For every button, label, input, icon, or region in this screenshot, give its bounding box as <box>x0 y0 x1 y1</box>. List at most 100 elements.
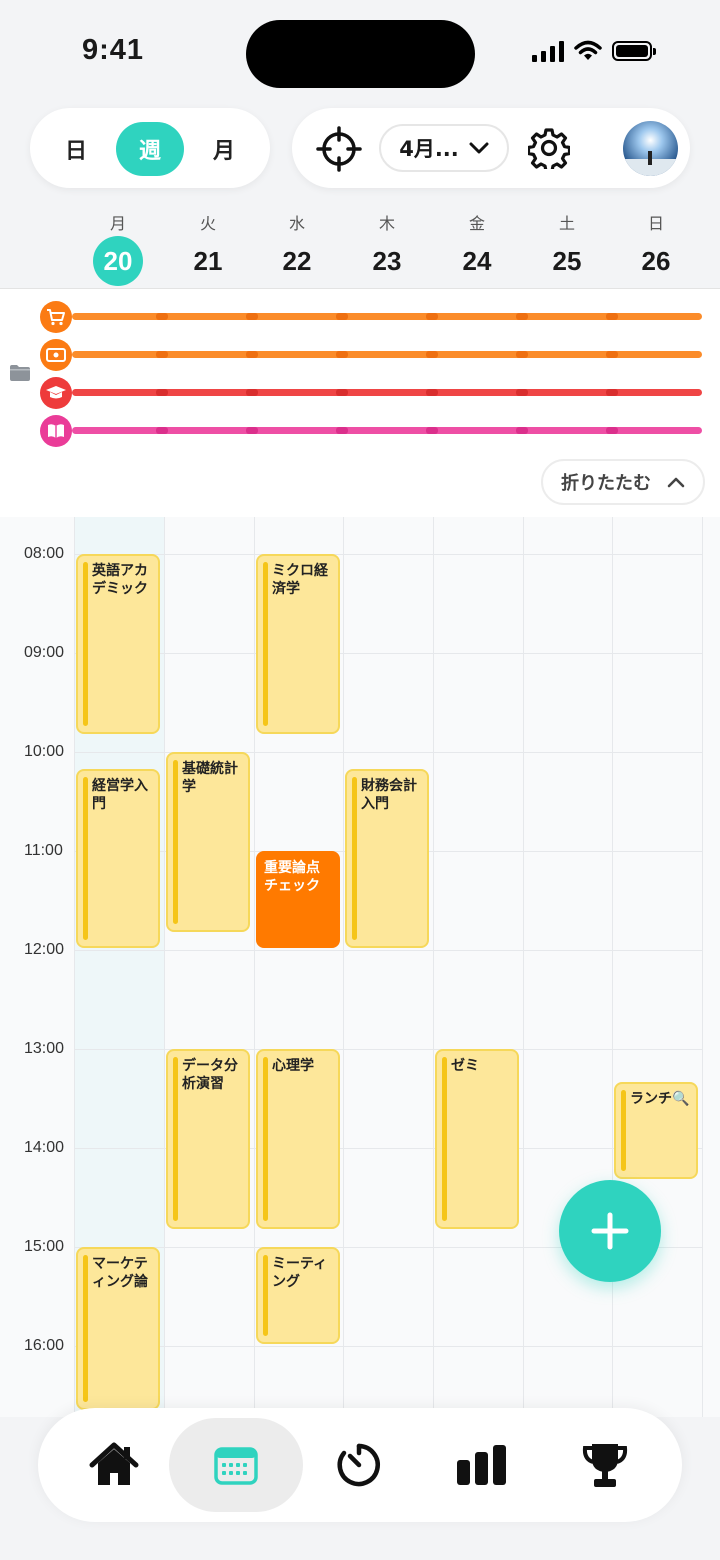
grid-column-line <box>164 517 165 1417</box>
day-header-wed[interactable]: 水 22 <box>252 200 342 286</box>
event-block[interactable]: データ分析演習 <box>166 1049 250 1229</box>
day-of-week: 木 <box>378 214 395 233</box>
hour-label: 13:00 <box>24 1040 65 1057</box>
plus-icon <box>591 1212 629 1250</box>
view-switch: 日 週 月 <box>30 108 270 188</box>
grid-column-line <box>74 517 75 1417</box>
event-title: 経営学入門 <box>92 777 148 812</box>
day-number: 25 <box>552 246 582 276</box>
event-block[interactable]: ミーティング <box>256 1247 340 1344</box>
event-title: ミクロ経済学 <box>272 563 328 597</box>
event-title: 英語アカデミック <box>92 563 148 597</box>
day-number-today: 20 <box>93 236 143 286</box>
day-number: 23 <box>372 246 402 276</box>
hour-label: 08:00 <box>24 545 65 562</box>
grid-column-line <box>612 517 613 1417</box>
grid-column-line <box>343 517 344 1417</box>
signal-icon <box>532 40 564 62</box>
wifi-icon <box>574 40 602 60</box>
status-bar: 9:41 <box>0 0 720 100</box>
day-of-week: 日 <box>647 214 664 233</box>
day-number: 24 <box>462 246 492 276</box>
routine-row-reading[interactable] <box>40 415 702 449</box>
grid-column-line <box>702 517 703 1417</box>
timer-icon <box>337 1443 380 1487</box>
hour-label: 11:00 <box>24 842 63 859</box>
grid-hour-line <box>74 554 702 555</box>
routine-row-study[interactable] <box>40 377 702 411</box>
book-icon <box>40 415 72 447</box>
routines-panel: 折りたたむ <box>0 288 720 518</box>
hour-label: 16:00 <box>24 1337 65 1354</box>
view-week-button[interactable]: 週 <box>116 122 184 176</box>
hour-label: 12:00 <box>24 941 65 958</box>
day-of-week: 月 <box>109 214 126 233</box>
day-of-week: 水 <box>288 214 305 233</box>
tab-home[interactable] <box>47 1418 181 1512</box>
dynamic-island <box>246 20 475 88</box>
day-header-tue[interactable]: 火 21 <box>163 200 253 286</box>
event-block[interactable]: ゼミ <box>435 1049 519 1229</box>
day-of-week: 土 <box>558 214 575 233</box>
event-block[interactable]: 重要論点チェック <box>256 851 340 948</box>
routine-row-shopping[interactable] <box>40 301 702 335</box>
avatar[interactable] <box>623 121 678 176</box>
day-header-thu[interactable]: 木 23 <box>342 200 432 286</box>
event-block[interactable]: 基礎統計学 <box>166 752 250 932</box>
event-title: マーケティング論 <box>92 1256 148 1290</box>
event-title: 基礎統計学 <box>182 761 238 795</box>
day-number: 26 <box>641 246 671 276</box>
week-grid[interactable]: 08:00 09:00 10:00 11:00 12:00 13:00 14:00 15:00… <box>0 517 720 1417</box>
chevron-up-icon <box>667 477 685 487</box>
day-of-week: 金 <box>468 214 485 233</box>
view-month-button[interactable]: 月 <box>190 122 258 176</box>
tab-timer[interactable] <box>292 1418 426 1512</box>
tab-calendar[interactable] <box>169 1418 303 1512</box>
day-header-fri[interactable]: 金 24 <box>432 200 522 286</box>
battery-icon <box>612 41 656 61</box>
cart-icon <box>40 301 72 333</box>
add-event-button[interactable] <box>559 1180 661 1282</box>
event-block[interactable]: ミクロ経済学 <box>256 554 340 734</box>
grid-column-line <box>523 517 524 1417</box>
home-icon <box>89 1442 139 1485</box>
grid-hour-line <box>74 653 702 654</box>
event-title: ゼミ <box>451 1058 479 1074</box>
status-icons <box>532 40 656 62</box>
day-header-mon[interactable]: 月 20 <box>73 200 163 286</box>
folder-icon[interactable] <box>10 365 30 381</box>
day-header-sun[interactable]: 日 26 <box>611 200 701 286</box>
event-title: 心理学 <box>272 1058 314 1074</box>
month-select[interactable]: 4月... <box>379 124 509 172</box>
crosshair-icon[interactable] <box>316 126 362 172</box>
collapse-button[interactable]: 折りたたむ <box>541 459 705 505</box>
week-day-header: 月 20 火 21 水 22 木 23 金 24 土 25 日 26 <box>0 200 720 288</box>
hour-label: 14:00 <box>24 1139 65 1156</box>
calendar-icon <box>214 1447 258 1485</box>
grid-hour-line <box>74 1346 702 1347</box>
event-block[interactable]: 経営学入門 <box>76 768 160 948</box>
graduation-cap-icon <box>40 377 72 409</box>
event-block[interactable]: 英語アカデミック <box>76 554 160 734</box>
header-toolbar: 4月... <box>292 108 690 188</box>
gear-icon[interactable] <box>528 127 570 169</box>
hour-label: 15:00 <box>24 1238 65 1255</box>
money-icon <box>40 339 72 371</box>
event-block[interactable]: マーケティング論 <box>76 1247 160 1410</box>
routine-row-money[interactable] <box>40 339 702 373</box>
event-title: ミーティング <box>272 1256 328 1290</box>
hour-label: 09:00 <box>24 644 65 661</box>
bottom-tab-bar <box>38 1408 682 1522</box>
event-block[interactable]: 財務会計入門 <box>345 768 429 948</box>
collapse-label: 折りたたむ <box>561 473 651 494</box>
tab-stats[interactable] <box>415 1418 549 1512</box>
view-day-button[interactable]: 日 <box>42 122 110 176</box>
event-title: ランチ🔍 <box>630 1091 690 1107</box>
tab-trophy[interactable] <box>538 1418 672 1512</box>
event-block[interactable]: ランチ🔍 <box>614 1082 698 1179</box>
day-header-sat[interactable]: 土 25 <box>522 200 612 286</box>
hour-label: 10:00 <box>24 743 65 760</box>
day-number: 21 <box>193 246 223 276</box>
event-title: 重要論点チェック <box>264 860 320 894</box>
event-block[interactable]: 心理学 <box>256 1049 340 1229</box>
